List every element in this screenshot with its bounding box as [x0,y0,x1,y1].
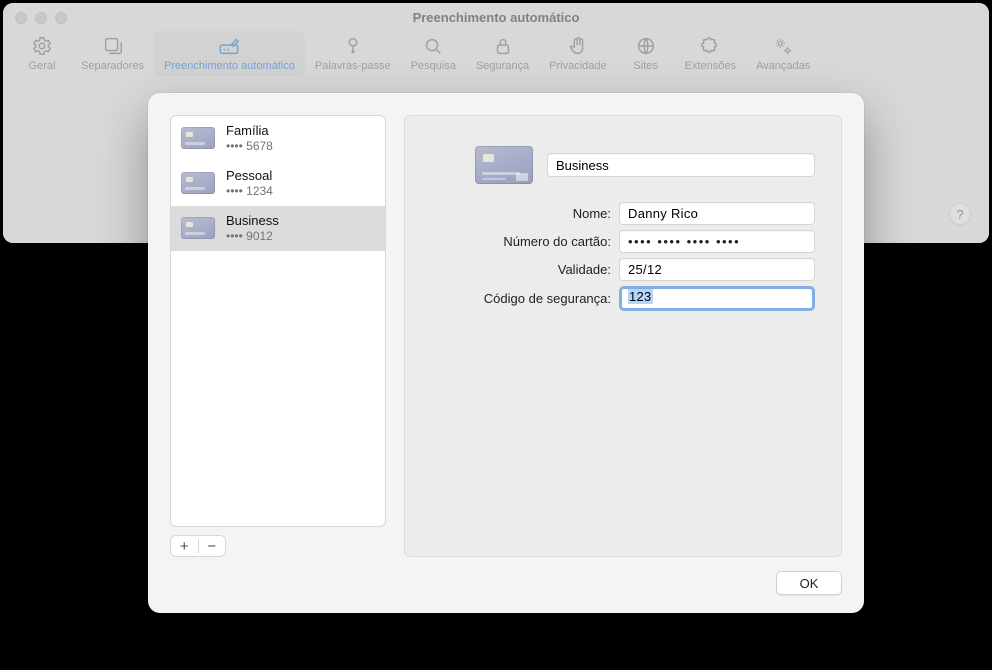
toolbar-label: Extensões [685,60,736,72]
toolbar-item-security[interactable]: Segurança [466,31,539,76]
number-label: Número do cartão: [431,234,611,249]
card-masked-number: •••• 9012 [226,229,279,243]
zoom-window-icon[interactable] [55,12,67,24]
window-title: Preenchimento automático [3,10,989,25]
help-button[interactable]: ? [949,203,971,225]
cardholder-name-field[interactable] [619,202,815,225]
credit-card-large-icon [475,146,533,184]
search-icon [422,35,444,57]
toolbar-item-passwords[interactable]: Palavras-passe [305,31,401,76]
toolbar-label: Palavras-passe [315,60,391,72]
toolbar-label: Segurança [476,60,529,72]
toolbar-label: Separadores [81,60,144,72]
toolbar-label: Pesquisa [411,60,456,72]
credit-card-icon [181,172,215,194]
titlebar: Preenchimento automático [3,3,989,31]
card-name: Business [226,213,279,229]
toolbar-label: Avançadas [756,60,810,72]
traffic-lights [15,12,67,24]
toolbar-item-advanced[interactable]: Avançadas [746,31,820,76]
lock-icon [492,35,514,57]
card-list-item[interactable]: Pessoal •••• 1234 [171,161,385,206]
card-expiry-field[interactable] [619,258,815,281]
minimize-window-icon[interactable] [35,12,47,24]
credit-card-list[interactable]: Família •••• 5678 Pessoal •••• 1234 Busi… [170,115,386,527]
autofill-pencil-icon [218,35,240,57]
toolbar-item-sites[interactable]: Sites [617,31,675,76]
list-add-remove-buttons: + − [170,535,226,557]
toolbar-label: Sites [633,60,657,72]
card-list-item[interactable]: Família •••• 5678 [171,116,385,161]
tabs-icon [102,35,124,57]
card-detail-pane: Nome: Número do cartão: Validade: Código… [404,115,842,557]
sheet-footer: OK [170,571,842,595]
card-masked-number: •••• 1234 [226,184,273,198]
toolbar-label: Geral [29,60,56,72]
add-card-button[interactable]: + [171,536,198,556]
hand-icon [567,35,589,57]
gears-icon [772,35,794,57]
card-name: Pessoal [226,168,273,184]
globe-icon [635,35,657,57]
card-cvc-field[interactable]: 123 [619,286,815,311]
card-number-field[interactable] [619,230,815,253]
card-description-field[interactable] [547,153,815,177]
card-list-item[interactable]: Business •••• 9012 [171,206,385,251]
preferences-toolbar: Geral Separadores Preenchimento automáti… [3,31,989,89]
toolbar-item-extensions[interactable]: Extensões [675,31,746,76]
cvc-label: Código de segurança: [431,291,611,306]
close-window-icon[interactable] [15,12,27,24]
name-label: Nome: [431,206,611,221]
ok-button[interactable]: OK [776,571,842,595]
puzzle-icon [699,35,721,57]
credit-card-icon [181,127,215,149]
key-icon [342,35,364,57]
toolbar-item-privacy[interactable]: Privacidade [539,31,616,76]
credit-cards-sheet: Família •••• 5678 Pessoal •••• 1234 Busi… [148,93,864,613]
toolbar-item-general[interactable]: Geral [13,31,71,76]
toolbar-item-tabs[interactable]: Separadores [71,31,154,76]
expiry-label: Validade: [431,262,611,277]
credit-card-icon [181,217,215,239]
gear-icon [31,35,53,57]
card-name: Família [226,123,273,139]
remove-card-button[interactable]: − [199,536,226,556]
toolbar-label: Preenchimento automático [164,60,295,72]
toolbar-label: Privacidade [549,60,606,72]
card-masked-number: •••• 5678 [226,139,273,153]
toolbar-item-search[interactable]: Pesquisa [401,31,466,76]
toolbar-item-autofill[interactable]: Preenchimento automático [154,31,305,76]
